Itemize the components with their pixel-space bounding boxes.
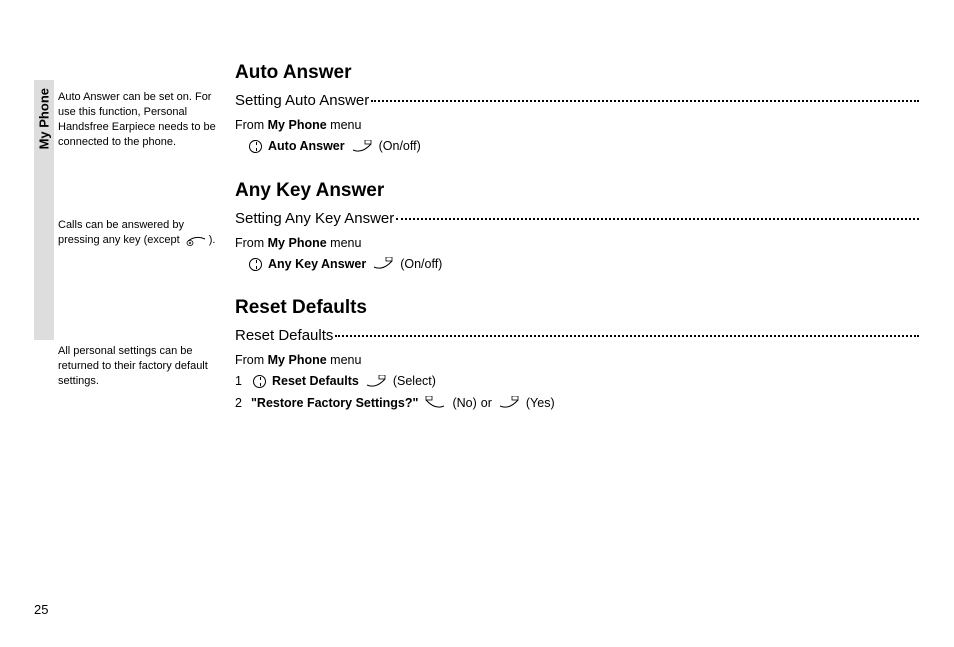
from-menu-name: My Phone bbox=[268, 353, 327, 367]
section-tab-label: My Phone bbox=[37, 88, 52, 149]
soft-key-right-icon bbox=[498, 396, 520, 410]
step-number: 2 bbox=[235, 393, 247, 414]
soft-key-icon bbox=[351, 140, 373, 154]
toc-title: Setting Auto Answer bbox=[235, 92, 369, 109]
step-1: 1 Reset Defaults (Select) bbox=[235, 371, 921, 392]
soft-key-left-icon bbox=[424, 396, 446, 410]
menu-item: Auto Answer bbox=[268, 136, 345, 157]
main-content: Auto Answer Setting Auto Answer From My … bbox=[235, 62, 921, 436]
heading-any-key: Any Key Answer bbox=[235, 180, 921, 202]
from-menu-name: My Phone bbox=[268, 118, 327, 132]
toc-title: Reset Defaults bbox=[235, 327, 333, 344]
from-suffix: menu bbox=[327, 118, 362, 132]
from-prefix: From bbox=[235, 236, 268, 250]
toc-title: Setting Any Key Answer bbox=[235, 210, 394, 227]
action-yes: (Yes) bbox=[526, 393, 555, 414]
nav-key-icon bbox=[249, 140, 262, 153]
heading-auto-answer: Auto Answer bbox=[235, 62, 921, 84]
from-suffix: menu bbox=[327, 353, 362, 367]
from-prefix: From bbox=[235, 118, 268, 132]
from-line: From My Phone menu bbox=[235, 233, 921, 254]
toc-leader-dots bbox=[335, 325, 919, 337]
action-label: (On/off) bbox=[379, 136, 421, 157]
toc-reset: Reset Defaults bbox=[235, 327, 921, 344]
step-number: 1 bbox=[235, 371, 247, 392]
from-suffix: menu bbox=[327, 236, 362, 250]
soft-key-icon bbox=[365, 375, 387, 389]
margin-note-any-key-text: Calls can be answered by pressing any ke… bbox=[58, 219, 184, 246]
action-or: or bbox=[481, 393, 492, 414]
from-line: From My Phone menu bbox=[235, 115, 921, 136]
soft-key-icon bbox=[372, 257, 394, 271]
margin-note-auto-answer: Auto Answer can be set on. For use this … bbox=[58, 90, 228, 149]
action-no: (No) bbox=[452, 393, 476, 414]
step-line: Auto Answer (On/off) bbox=[247, 136, 921, 157]
instructions-any-key: From My Phone menu Any Key Answer (On/of… bbox=[235, 233, 921, 276]
power-key-icon bbox=[185, 233, 207, 247]
margin-note-any-key: Calls can be answered by pressing any ke… bbox=[58, 218, 228, 248]
from-prefix: From bbox=[235, 353, 268, 367]
from-menu-name: My Phone bbox=[268, 236, 327, 250]
toc-leader-dots bbox=[371, 90, 919, 102]
instructions-reset: From My Phone menu 1 Reset Defaults (Sel… bbox=[235, 350, 921, 414]
nav-key-icon bbox=[249, 258, 262, 271]
heading-reset: Reset Defaults bbox=[235, 297, 921, 319]
step-line: Any Key Answer (On/off) bbox=[247, 254, 921, 275]
toc-any-key: Setting Any Key Answer bbox=[235, 210, 921, 227]
page-number: 25 bbox=[34, 602, 48, 617]
margin-note-reset: All personal settings can be returned to… bbox=[58, 344, 228, 389]
margin-note-any-key-tail: ). bbox=[209, 234, 216, 246]
menu-item: Any Key Answer bbox=[268, 254, 366, 275]
instructions-auto-answer: From My Phone menu Auto Answer (On/off) bbox=[235, 115, 921, 158]
prompt-text: "Restore Factory Settings?" bbox=[251, 393, 418, 414]
step-2: 2 "Restore Factory Settings?" (No) or (Y… bbox=[235, 393, 921, 414]
action-label: (Select) bbox=[393, 371, 436, 392]
section-tab: My Phone bbox=[34, 80, 54, 340]
action-label: (On/off) bbox=[400, 254, 442, 275]
nav-key-icon bbox=[253, 375, 266, 388]
menu-item: Reset Defaults bbox=[272, 371, 359, 392]
toc-leader-dots bbox=[396, 208, 919, 220]
from-line: From My Phone menu bbox=[235, 350, 921, 371]
toc-auto-answer: Setting Auto Answer bbox=[235, 92, 921, 109]
